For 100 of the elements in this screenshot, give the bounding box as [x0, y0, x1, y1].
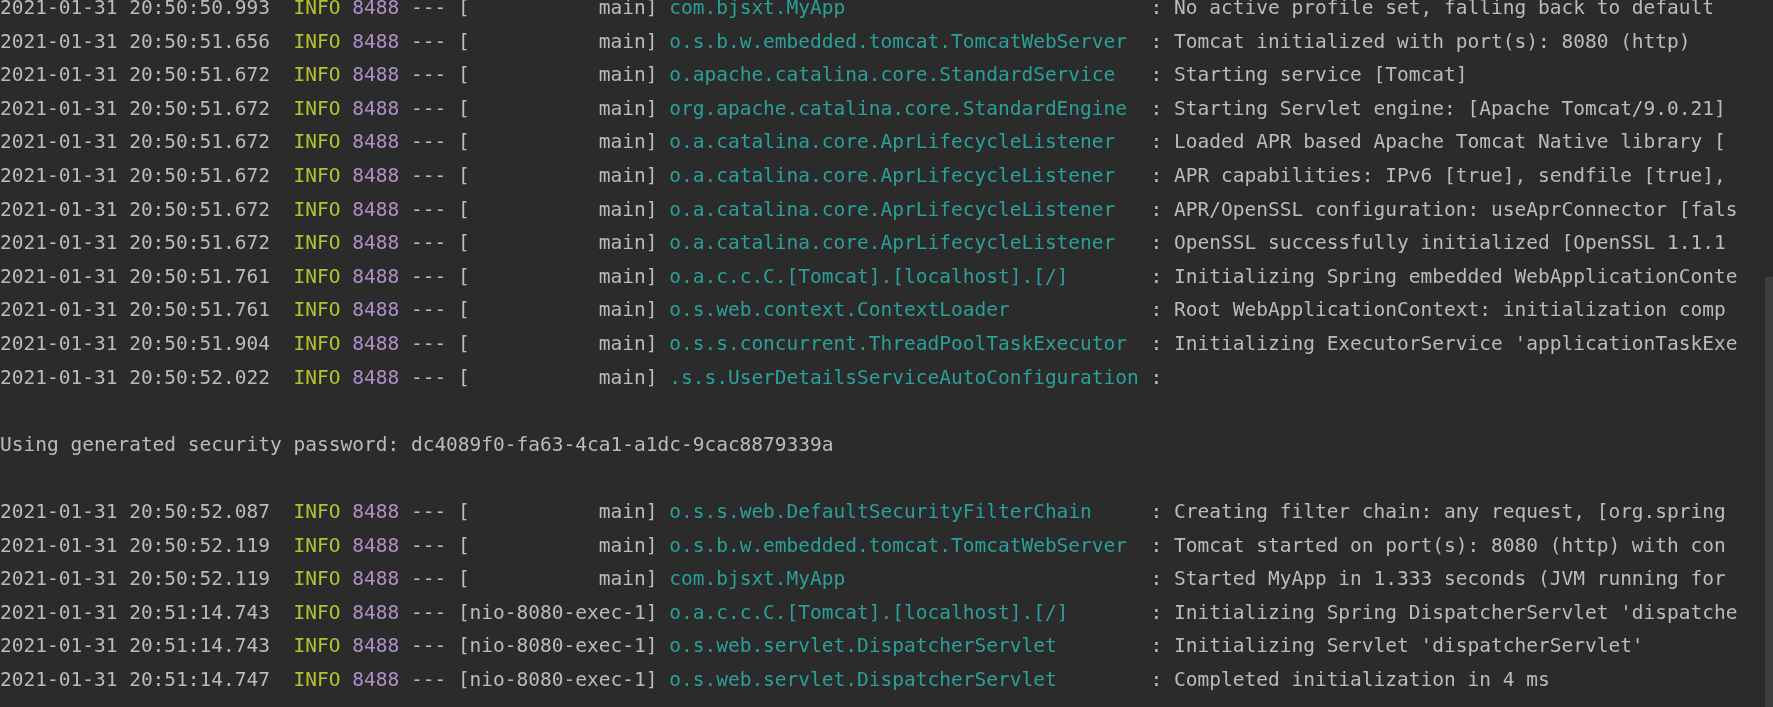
log-message: : Initializing ExecutorService 'applicationTaskExe: [1150, 330, 1738, 357]
log-level: INFO: [293, 129, 341, 156]
thread-name: [ main]: [457, 498, 658, 525]
logger-name: o.s.s.concurrent.ThreadPoolTaskExecutor: [669, 330, 1129, 357]
log-message: :: [1150, 364, 1163, 391]
thread-name: [ main]: [457, 297, 658, 324]
thread-name: [nio-8080-exec-1]: [457, 633, 658, 660]
logger-name: org.apache.catalina.core.StandardEngine: [669, 95, 1129, 122]
process-id: 8488: [352, 129, 400, 156]
log-level: INFO: [293, 364, 341, 391]
log-separator: ---: [410, 364, 447, 391]
thread-name: [ main]: [457, 330, 658, 357]
process-id: 8488: [352, 666, 400, 693]
log-separator: ---: [410, 230, 447, 257]
process-id: 8488: [352, 95, 400, 122]
process-id: 8488: [352, 566, 400, 593]
log-message: : Starting Servlet engine: [Apache Tomcat/9.0.21]: [1150, 95, 1726, 122]
thread-name: [ main]: [457, 162, 658, 189]
log-message: : Started MyApp in 1.333 seconds (JVM running for: [1150, 566, 1726, 593]
thread-name: [ main]: [457, 95, 658, 122]
log-message: : Initializing Spring embedded WebApplicationConte: [1150, 263, 1738, 290]
log-timestamp: 2021-01-31 20:50:51.656: [0, 28, 271, 55]
log-separator: ---: [410, 566, 447, 593]
logger-name: o.s.b.w.embedded.tomcat.TomcatWebServer: [669, 532, 1129, 559]
thread-name: [ main]: [457, 263, 658, 290]
thread-name: [ main]: [457, 129, 658, 156]
log-message: : Creating filter chain: any request, [org.spring: [1150, 498, 1726, 525]
log-separator: ---: [410, 666, 447, 693]
log-message: : Tomcat initialized with port(s): 8080 (http): [1150, 28, 1691, 55]
log-timestamp: 2021-01-31 20:50:51.672: [0, 230, 271, 257]
log-timestamp: 2021-01-31 20:50:52.119: [0, 566, 271, 593]
log-message: : Loaded APR based Apache Tomcat Native library [: [1150, 129, 1726, 156]
thread-name: [ main]: [457, 364, 658, 391]
log-level: INFO: [293, 62, 341, 89]
log-level: INFO: [293, 330, 341, 357]
thread-name: [ main]: [457, 28, 658, 55]
process-id: 8488: [352, 162, 400, 189]
logger-name: o.a.catalina.core.AprLifecycleListener: [669, 129, 1117, 156]
logger-name: o.s.web.servlet.DispatcherServlet: [669, 666, 1058, 693]
log-level: INFO: [293, 566, 341, 593]
log-separator: ---: [410, 498, 447, 525]
process-id: 8488: [352, 498, 400, 525]
log-separator: ---: [410, 532, 447, 559]
log-timestamp: 2021-01-31 20:50:51.904: [0, 330, 271, 357]
console-output-line: Using generated security password: dc4089f0-fa63-4ca1-a1dc-9cac8879339a: [0, 431, 834, 458]
log-timestamp: 2021-01-31 20:51:14.743: [0, 633, 271, 660]
log-message: : Initializing Servlet 'dispatcherServlet': [1150, 633, 1644, 660]
logger-name: com.bjsxt.MyApp: [669, 0, 847, 21]
log-level: INFO: [293, 633, 341, 660]
log-timestamp: 2021-01-31 20:50:51.672: [0, 129, 271, 156]
log-message: : Root WebApplicationContext: initialization comp: [1150, 297, 1726, 324]
process-id: 8488: [352, 0, 400, 21]
thread-name: [ main]: [457, 566, 658, 593]
log-level: INFO: [293, 162, 341, 189]
thread-name: [ main]: [457, 532, 658, 559]
log-separator: ---: [410, 62, 447, 89]
log-level: INFO: [293, 95, 341, 122]
process-id: 8488: [352, 330, 400, 357]
log-message: : Starting service [Tomcat]: [1150, 62, 1468, 89]
log-level: INFO: [293, 498, 341, 525]
log-level: INFO: [293, 263, 341, 290]
log-timestamp: 2021-01-31 20:50:51.672: [0, 162, 271, 189]
log-timestamp: 2021-01-31 20:51:14.747: [0, 666, 271, 693]
process-id: 8488: [352, 196, 400, 223]
thread-name: [nio-8080-exec-1]: [457, 599, 658, 626]
log-level: INFO: [293, 230, 341, 257]
logger-name: com.bjsxt.MyApp: [669, 566, 847, 593]
log-message: : APR capabilities: IPv6 [true], sendfile [true],: [1150, 162, 1726, 189]
log-separator: ---: [410, 95, 447, 122]
thread-name: [ main]: [457, 62, 658, 89]
log-level: INFO: [293, 196, 341, 223]
log-level: INFO: [293, 28, 341, 55]
log-timestamp: 2021-01-31 20:50:50.993: [0, 0, 271, 21]
log-timestamp: 2021-01-31 20:50:52.022: [0, 364, 271, 391]
log-separator: ---: [410, 28, 447, 55]
logger-name: o.a.c.c.C.[Tomcat].[localhost].[/]: [669, 599, 1070, 626]
thread-name: [ main]: [457, 0, 658, 21]
logger-name: .s.s.UserDetailsServiceAutoConfiguration: [669, 364, 1140, 391]
log-separator: ---: [410, 0, 447, 21]
thread-name: [ main]: [457, 230, 658, 257]
log-message: : OpenSSL successfully initialized [OpenSSL 1.1.1: [1150, 230, 1726, 257]
log-separator: ---: [410, 330, 447, 357]
log-level: INFO: [293, 532, 341, 559]
log-timestamp: 2021-01-31 20:50:51.672: [0, 196, 271, 223]
log-message: : Tomcat started on port(s): 8080 (http) with con: [1150, 532, 1726, 559]
log-level: INFO: [293, 0, 341, 21]
log-timestamp: 2021-01-31 20:50:52.087: [0, 498, 271, 525]
log-timestamp: 2021-01-31 20:50:51.672: [0, 95, 271, 122]
logger-name: o.s.web.context.ContextLoader: [669, 297, 1011, 324]
logger-name: o.apache.catalina.core.StandardService: [669, 62, 1117, 89]
process-id: 8488: [352, 364, 400, 391]
log-level: INFO: [293, 666, 341, 693]
logger-name: o.s.web.servlet.DispatcherServlet: [669, 633, 1058, 660]
log-timestamp: 2021-01-31 20:51:14.743: [0, 599, 271, 626]
process-id: 8488: [352, 62, 400, 89]
log-separator: ---: [410, 633, 447, 660]
logger-name: o.s.b.w.embedded.tomcat.TomcatWebServer: [669, 28, 1129, 55]
log-separator: ---: [410, 297, 447, 324]
log-level: INFO: [293, 297, 341, 324]
log-timestamp: 2021-01-31 20:50:51.761: [0, 297, 271, 324]
